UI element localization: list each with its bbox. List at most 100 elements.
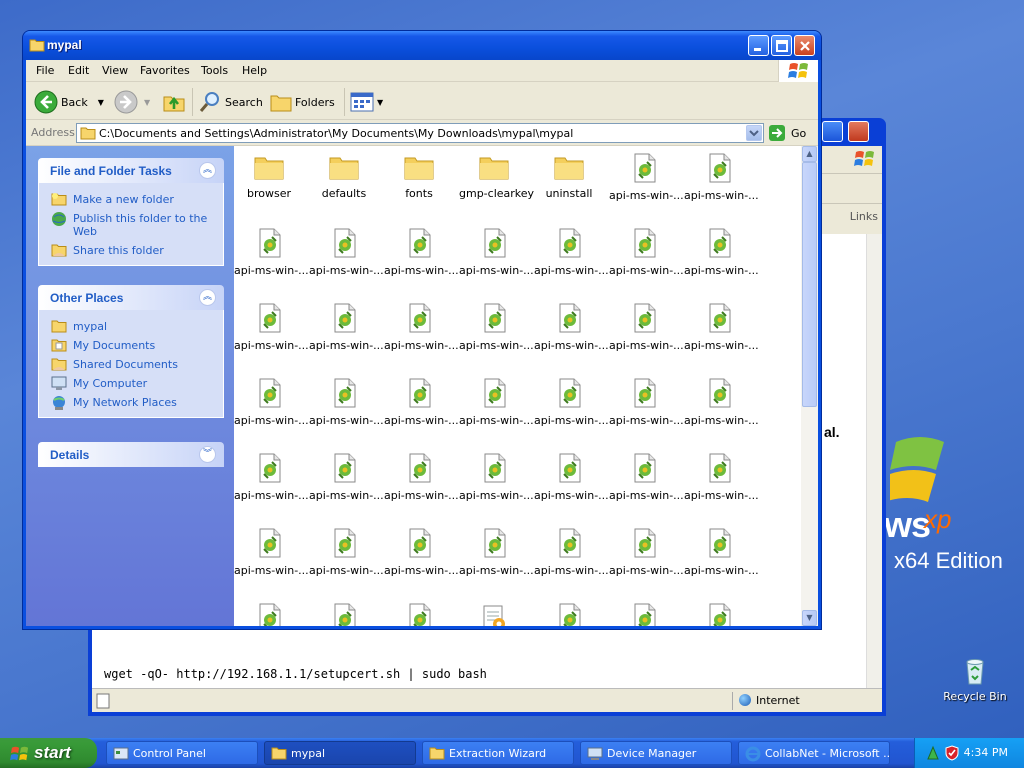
file-item[interactable]: api-ms-win-... <box>384 225 459 295</box>
menu-help[interactable]: Help <box>242 64 267 77</box>
network-tray-icon[interactable] <box>925 745 941 761</box>
panel-header[interactable]: Other Places ︽ <box>38 285 224 310</box>
scroll-up-button[interactable]: ▲ <box>802 146 817 162</box>
menu-tools[interactable]: Tools <box>201 64 228 77</box>
file-item[interactable]: api-ms-win-... <box>534 375 609 445</box>
file-item[interactable]: api-ms-win-... <box>384 600 454 626</box>
taskbar-button[interactable]: Extraction Wizard <box>422 741 574 765</box>
place-mypal-link[interactable]: mypal <box>39 316 223 335</box>
file-item[interactable]: api-ms-win-... <box>459 525 534 595</box>
folder-item[interactable]: fonts <box>384 150 454 220</box>
forward-button[interactable]: ▼ <box>114 90 150 114</box>
file-item[interactable]: api-ms-win-... <box>609 225 684 295</box>
file-item[interactable]: api-ms-win-... <box>234 225 309 295</box>
place-my-documents-link[interactable]: My Documents <box>39 335 223 354</box>
ie-scrollbar[interactable] <box>866 234 882 688</box>
file-item[interactable]: api-ms-win-... <box>459 375 534 445</box>
panel-header[interactable]: File and Folder Tasks ︽ <box>38 158 224 183</box>
file-item[interactable]: api-ms-win-... <box>309 375 384 445</box>
up-folder-button[interactable] <box>162 90 186 114</box>
file-item[interactable]: api-ms-win-... <box>534 225 609 295</box>
file-item[interactable]: api-ms-win-... <box>609 525 684 595</box>
scroll-thumb[interactable] <box>802 162 817 407</box>
ie-maximize-button[interactable] <box>822 121 843 142</box>
file-item[interactable]: api-ms-win-... <box>234 525 309 595</box>
make-new-folder-link[interactable]: Make a new folder <box>39 189 223 208</box>
chevron-up-icon[interactable]: ︽ <box>199 162 216 179</box>
file-item[interactable]: api-ms-win-... <box>459 225 534 295</box>
file-item[interactable]: api-ms-win-... <box>309 525 384 595</box>
views-dropdown-icon[interactable]: ▼ <box>377 98 383 107</box>
file-item[interactable]: api-ms-win-... <box>684 300 759 370</box>
file-item[interactable]: api-ms-win-... <box>684 450 759 520</box>
folder-item[interactable]: uninstall <box>534 150 604 220</box>
menu-edit[interactable]: Edit <box>68 64 89 77</box>
file-item[interactable]: api-ms-win-... <box>459 600 529 626</box>
file-item[interactable]: api-ms-win-... <box>684 375 759 445</box>
taskbar-button[interactable]: Control Panel <box>106 741 258 765</box>
maximize-button[interactable] <box>771 35 792 56</box>
folder-item[interactable]: gmp-clearkey <box>459 150 534 220</box>
address-dropdown-button[interactable] <box>746 125 762 141</box>
address-input[interactable]: C:\Documents and Settings\Administrator\… <box>76 123 764 143</box>
place-shared-documents-link[interactable]: Shared Documents <box>39 354 223 373</box>
menu-view[interactable]: View <box>102 64 128 77</box>
explorer-titlebar[interactable]: mypal <box>23 31 821 60</box>
file-item[interactable]: api-ms-win-... <box>234 600 304 626</box>
recycle-bin[interactable]: Recycle Bin <box>940 656 1010 703</box>
scroll-down-button[interactable]: ▼ <box>802 610 817 626</box>
file-item[interactable]: api-ms-win-... <box>309 225 384 295</box>
file-item[interactable]: api-ms-win-... <box>384 450 459 520</box>
folder-item[interactable]: defaults <box>309 150 379 220</box>
file-item[interactable]: api-ms-win-... <box>534 600 604 626</box>
minimize-button[interactable] <box>748 35 769 56</box>
explorer-window[interactable]: mypal File Edit View Favorites Tools Hel… <box>22 30 822 630</box>
start-button[interactable]: start <box>0 738 97 768</box>
views-button[interactable]: ▼ <box>350 90 383 114</box>
close-button[interactable] <box>794 35 815 56</box>
panel-header[interactable]: Details ︾ <box>38 442 224 467</box>
file-item[interactable]: api-ms-win-... <box>459 300 534 370</box>
security-shield-icon[interactable] <box>945 745 959 761</box>
folders-button[interactable]: Folders <box>270 90 335 114</box>
file-item[interactable]: api-ms-win-... <box>609 300 684 370</box>
back-button[interactable]: Back ▼ <box>34 90 104 114</box>
menu-favorites[interactable]: Favorites <box>140 64 190 77</box>
taskbar-button[interactable]: Device Manager <box>580 741 732 765</box>
file-item[interactable]: api-ms-win-... <box>534 525 609 595</box>
search-button[interactable]: Search <box>198 90 263 114</box>
taskbar-button[interactable]: CollabNet - Microsoft ... <box>738 741 890 765</box>
place-my-computer-link[interactable]: My Computer <box>39 373 223 392</box>
taskbar-button[interactable]: mypal <box>264 741 416 765</box>
share-folder-link[interactable]: Share this folder <box>39 240 223 259</box>
file-item[interactable]: api-ms-win-... <box>309 450 384 520</box>
file-item[interactable]: api-ms-win-... <box>384 525 459 595</box>
file-item[interactable]: api-ms-win-... <box>684 525 759 595</box>
menu-file[interactable]: File <box>36 64 54 77</box>
file-item[interactable]: api-ms-win-... <box>534 300 609 370</box>
file-item[interactable]: api-ms-win-... <box>309 300 384 370</box>
file-item[interactable]: api-ms-win-... <box>684 150 759 220</box>
file-item[interactable]: api-ms-win-... <box>609 150 684 220</box>
clock[interactable]: 4:34 PM <box>964 746 1008 759</box>
ie-links-button[interactable]: Links <box>850 210 878 223</box>
ie-close-button[interactable] <box>848 121 869 142</box>
file-item[interactable]: api-ms-win-... <box>609 600 679 626</box>
go-button[interactable]: Go <box>768 124 806 142</box>
file-item[interactable]: api-ms-win-... <box>234 450 309 520</box>
file-item[interactable]: api-ms-win-... <box>234 300 309 370</box>
back-dropdown-icon[interactable]: ▼ <box>98 98 104 107</box>
file-item[interactable]: api-ms-win-... <box>384 300 459 370</box>
file-item[interactable]: api-ms-win-... <box>684 225 759 295</box>
place-network-link[interactable]: My Network Places <box>39 392 223 411</box>
file-item[interactable]: api-ms-win-... <box>684 600 754 626</box>
file-item[interactable]: api-ms-win-... <box>534 450 609 520</box>
vertical-scrollbar[interactable]: ▲ ▼ <box>801 146 818 626</box>
chevron-up-icon[interactable]: ︽ <box>199 289 216 306</box>
publish-folder-link[interactable]: Publish this folder to the Web <box>39 208 223 240</box>
chevron-down-icon[interactable]: ︾ <box>199 446 216 463</box>
file-item[interactable]: api-ms-win-... <box>234 375 309 445</box>
file-item[interactable]: api-ms-win-... <box>609 375 684 445</box>
file-item[interactable]: api-ms-win-... <box>384 375 459 445</box>
file-item[interactable]: api-ms-win-... <box>609 450 684 520</box>
